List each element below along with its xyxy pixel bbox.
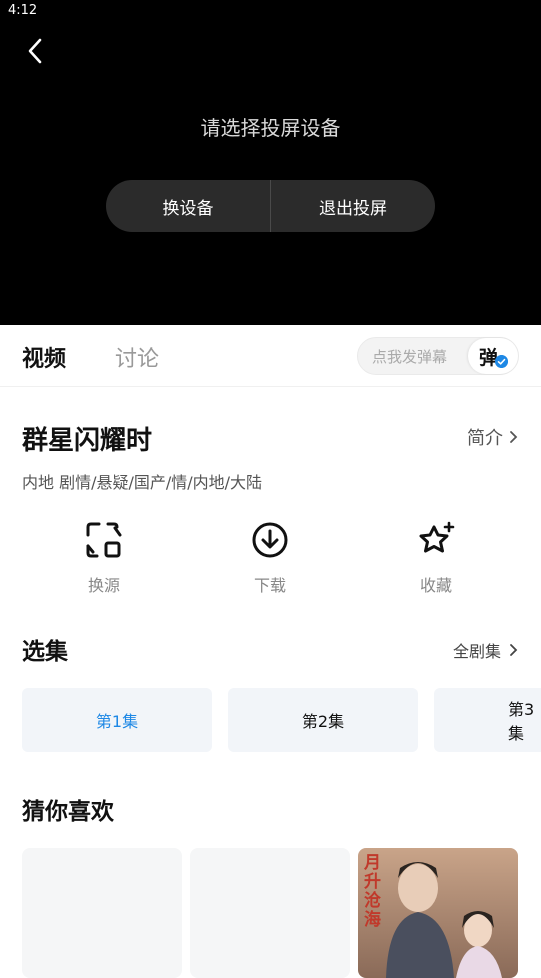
show-title: 群星闪耀时 (22, 426, 153, 456)
recommend-card[interactable] (22, 848, 182, 978)
favorite-button[interactable]: 收藏 (386, 520, 486, 596)
status-time: 4:12 (8, 3, 38, 18)
favorite-label: 收藏 (419, 576, 452, 595)
recommend-card-poster[interactable]: 月升沧海 (358, 848, 518, 978)
danmu-input[interactable]: 点我发弹幕 弹 (357, 337, 519, 375)
switch-source-label: 换源 (87, 576, 120, 595)
episode-item[interactable]: 第1集 (22, 688, 212, 752)
cast-controls: 换设备 退出投屏 (106, 180, 435, 232)
danmu-toggle-label: 弹 (479, 347, 499, 369)
poster-title: 月升沧海 (364, 853, 381, 930)
recommend-section-title: 猜你喜欢 (22, 799, 114, 825)
all-episodes-link[interactable]: 全剧集 (453, 638, 519, 662)
check-badge-icon (495, 355, 508, 368)
exit-cast-button[interactable]: 退出投屏 (271, 180, 435, 232)
download-button[interactable]: 下载 (220, 520, 320, 596)
show-tags: 内地 剧情/悬疑/国产/情/内地/大陆 (22, 473, 263, 492)
episodes-section-title: 选集 (22, 639, 68, 665)
tab-discussion[interactable]: 讨论 (115, 341, 159, 373)
star-icon (419, 521, 455, 553)
chevron-right-icon (510, 644, 518, 656)
danmu-placeholder: 点我发弹幕 (372, 348, 448, 366)
intro-link[interactable]: 简介 (467, 424, 519, 450)
all-episodes-label: 全剧集 (452, 642, 501, 661)
download-icon (252, 522, 288, 558)
recommend-card[interactable] (190, 848, 350, 978)
episode-item[interactable]: 第2集 (228, 688, 418, 752)
content-tabs: 视频 讨论 点我发弹幕 弹 (0, 325, 541, 387)
tab-video[interactable]: 视频 (22, 341, 66, 373)
episode-item[interactable]: 第3集 (434, 688, 541, 752)
switch-source-icon (86, 522, 122, 558)
back-arrow-icon[interactable] (22, 36, 50, 66)
chevron-right-icon (510, 431, 518, 443)
intro-label: 简介 (467, 428, 503, 449)
video-player[interactable]: 4:12 请选择投屏设备 换设备 退出投屏 (0, 0, 541, 325)
danmu-toggle[interactable]: 弹 (468, 338, 518, 374)
switch-source-button[interactable]: 换源 (54, 520, 154, 596)
cast-prompt: 请选择投屏设备 (200, 116, 341, 140)
change-device-button[interactable]: 换设备 (106, 180, 270, 232)
download-label: 下载 (253, 576, 286, 595)
